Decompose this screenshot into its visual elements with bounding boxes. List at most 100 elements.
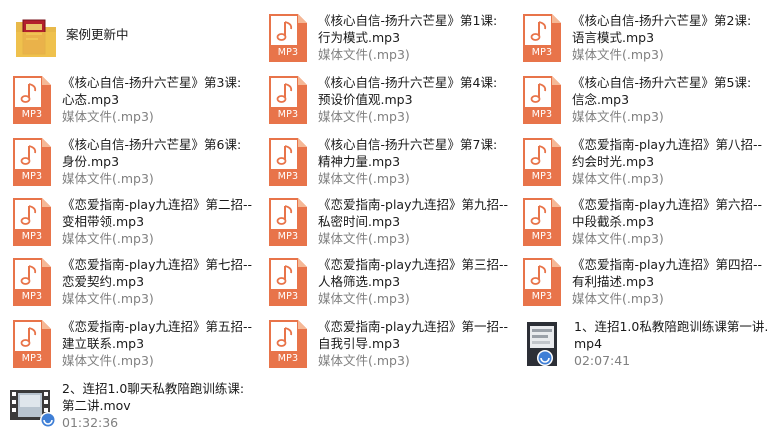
file-name-line1: 《核心自信-扬升六芒星》第2课: (572, 13, 752, 28)
file-name-line1: 《恋爱指南-play九连招》第六招-- (572, 197, 762, 212)
mp3-file-icon: MP3 (8, 198, 56, 246)
file-name-line1: 《核心自信-扬升六芒星》第4课: (318, 75, 498, 90)
file-duration: 01:32:36 (62, 415, 119, 430)
file-type: 媒体文件(.mp3) (62, 291, 154, 306)
mp3-file-icon: MP3 (264, 198, 312, 246)
file-name-line2: 信念.mp3 (572, 92, 630, 107)
mp3-file-item[interactable]: MP3 《核心自信-扬升六芒星》第4课: 预设价值观.mp3 媒体文件(.mp3) (264, 74, 514, 130)
mp3-file-item[interactable]: MP3 《恋爱指南-play九连招》第八招-- 约会时光.mp3 媒体文件(.mp3) (518, 136, 768, 192)
file-name-line1: 《恋爱指南-play九连招》第七招-- (62, 257, 252, 272)
mp3-badge: MP3 (531, 109, 553, 120)
mp3-badge: MP3 (277, 231, 299, 242)
file-name-line2: 恋爱契约.mp3 (62, 274, 145, 289)
mp3-file-item[interactable]: MP3 《核心自信-扬升六芒星》第3课: 心态.mp3 媒体文件(.mp3) (8, 74, 258, 130)
mp3-file-item[interactable]: MP3 《核心自信-扬升六芒星》第5课: 信念.mp3 媒体文件(.mp3) (518, 74, 768, 130)
mp3-file-icon: MP3 (264, 138, 312, 186)
mp3-badge: MP3 (277, 171, 299, 182)
file-name-line2: mp4 (574, 336, 603, 351)
file-type: 媒体文件(.mp3) (572, 109, 664, 124)
file-type: 媒体文件(.mp3) (572, 47, 664, 62)
mp3-file-icon: MP3 (518, 258, 566, 306)
file-name-line1: 《核心自信-扬升六芒星》第7课: (318, 137, 498, 152)
file-name-line2: 建立联系.mp3 (62, 336, 145, 351)
mp3-badge: MP3 (531, 231, 553, 242)
mp3-file-icon: MP3 (518, 138, 566, 186)
file-name-line2: 约会时光.mp3 (572, 154, 655, 169)
file-type: 媒体文件(.mp3) (318, 291, 410, 306)
mp3-badge: MP3 (21, 291, 43, 302)
folder-name: 案例更新中 (66, 27, 129, 42)
mp3-file-item[interactable]: MP3 《恋爱指南-play九连招》第一招-- 自我引导.mp3 媒体文件(.mp3) (264, 318, 514, 374)
file-type: 媒体文件(.mp3) (318, 109, 410, 124)
mp3-file-item[interactable]: MP3 《恋爱指南-play九连招》第七招-- 恋爱契约.mp3 媒体文件(.mp3) (8, 256, 258, 312)
file-name-line1: 2、连招1.0聊天私教陪跑训练课: (62, 381, 245, 396)
mp3-badge: MP3 (531, 291, 553, 302)
mp3-file-icon: MP3 (264, 76, 312, 124)
video-file-item[interactable]: 1、连招1.0私教陪跑训练课第一讲. mp4 02:07:41 (520, 318, 770, 374)
video-file-item[interactable]: 2、连招1.0聊天私教陪跑训练课: 第二讲.mov 01:32:36 (8, 380, 258, 436)
file-name-line1: 《核心自信-扬升六芒星》第3课: (62, 75, 242, 90)
folder-item[interactable]: 案例更新中 (12, 12, 262, 68)
mp3-file-item[interactable]: MP3 《核心自信-扬升六芒星》第1课: 行为模式.mp3 媒体文件(.mp3) (264, 12, 514, 68)
file-name-line2: 预设价值观.mp3 (318, 92, 413, 107)
file-name-line1: 《核心自信-扬升六芒星》第5课: (572, 75, 752, 90)
file-name-line2: 语言模式.mp3 (572, 30, 655, 45)
mp3-file-item[interactable]: MP3 《恋爱指南-play九连招》第九招-- 私密时间.mp3 媒体文件(.mp3) (264, 196, 514, 252)
file-name-line1: 《核心自信-扬升六芒星》第1课: (318, 13, 498, 28)
file-name-line2: 私密时间.mp3 (318, 214, 401, 229)
file-name-line2: 身份.mp3 (62, 154, 120, 169)
mp3-badge: MP3 (21, 353, 43, 364)
file-type: 媒体文件(.mp3) (318, 47, 410, 62)
file-name-line1: 《恋爱指南-play九连招》第五招-- (62, 319, 252, 334)
mp3-badge: MP3 (277, 47, 299, 58)
mp3-file-item[interactable]: MP3 《恋爱指南-play九连招》第六招-- 中段截杀.mp3 媒体文件(.mp3) (518, 196, 768, 252)
file-type: 媒体文件(.mp3) (62, 109, 154, 124)
mp3-file-icon: MP3 (8, 320, 56, 368)
file-name-line1: 1、连招1.0私教陪跑训练课第一讲. (574, 319, 769, 334)
file-name-line1: 《恋爱指南-play九连招》第四招-- (572, 257, 762, 272)
mp3-badge: MP3 (277, 291, 299, 302)
file-name-line2: 第二讲.mov (62, 398, 131, 413)
mp3-badge: MP3 (21, 109, 43, 120)
mp3-file-icon: MP3 (518, 14, 566, 62)
file-name-line2: 行为模式.mp3 (318, 30, 401, 45)
folder-icon (16, 19, 56, 57)
mp3-file-icon: MP3 (8, 258, 56, 306)
file-name-line2: 自我引导.mp3 (318, 336, 401, 351)
file-name-line2: 精神力量.mp3 (318, 154, 401, 169)
file-type: 媒体文件(.mp3) (62, 353, 154, 368)
mp3-file-item[interactable]: MP3 《恋爱指南-play九连招》第三招-- 人格筛选.mp3 媒体文件(.mp3) (264, 256, 514, 312)
mp3-badge: MP3 (21, 231, 43, 242)
mp3-file-item[interactable]: MP3 《恋爱指南-play九连招》第四招-- 有利描述.mp3 媒体文件(.mp3) (518, 256, 768, 312)
mp3-file-icon: MP3 (264, 258, 312, 306)
file-type: 媒体文件(.mp3) (572, 171, 664, 186)
mp3-badge: MP3 (531, 47, 553, 58)
file-duration: 02:07:41 (574, 353, 631, 368)
file-type: 媒体文件(.mp3) (318, 231, 410, 246)
mp3-file-icon: MP3 (518, 198, 566, 246)
file-name-line1: 《恋爱指南-play九连招》第三招-- (318, 257, 508, 272)
file-type: 媒体文件(.mp3) (62, 231, 154, 246)
file-name-line1: 《恋爱指南-play九连招》第一招-- (318, 319, 508, 334)
file-type: 媒体文件(.mp3) (572, 291, 664, 306)
mp3-file-icon: MP3 (8, 138, 56, 186)
mp3-badge: MP3 (277, 109, 299, 120)
mp3-file-item[interactable]: MP3 《恋爱指南-play九连招》第五招-- 建立联系.mp3 媒体文件(.mp3) (8, 318, 258, 374)
mp3-file-item[interactable]: MP3 《核心自信-扬升六芒星》第6课: 身份.mp3 媒体文件(.mp3) (8, 136, 258, 192)
mp3-badge: MP3 (277, 353, 299, 364)
file-name-line1: 《恋爱指南-play九连招》第九招-- (318, 197, 508, 212)
mp3-badge: MP3 (21, 171, 43, 182)
file-type: 媒体文件(.mp3) (62, 171, 154, 186)
mp3-file-item[interactable]: MP3 《核心自信-扬升六芒星》第7课: 精神力量.mp3 媒体文件(.mp3) (264, 136, 514, 192)
mp3-file-icon: MP3 (8, 76, 56, 124)
file-type: 媒体文件(.mp3) (318, 171, 410, 186)
file-name-line2: 中段截杀.mp3 (572, 214, 655, 229)
file-name-line2: 心态.mp3 (62, 92, 120, 107)
mp3-file-icon: MP3 (518, 76, 566, 124)
mp3-file-icon: MP3 (264, 320, 312, 368)
mp3-file-item[interactable]: MP3 《恋爱指南-play九连招》第二招-- 变相带领.mp3 媒体文件(.mp3) (8, 196, 258, 252)
mp3-file-item[interactable]: MP3 《核心自信-扬升六芒星》第2课: 语言模式.mp3 媒体文件(.mp3) (518, 12, 768, 68)
file-type: 媒体文件(.mp3) (572, 231, 664, 246)
file-name-line2: 变相带领.mp3 (62, 214, 145, 229)
mp3-file-icon: MP3 (264, 14, 312, 62)
